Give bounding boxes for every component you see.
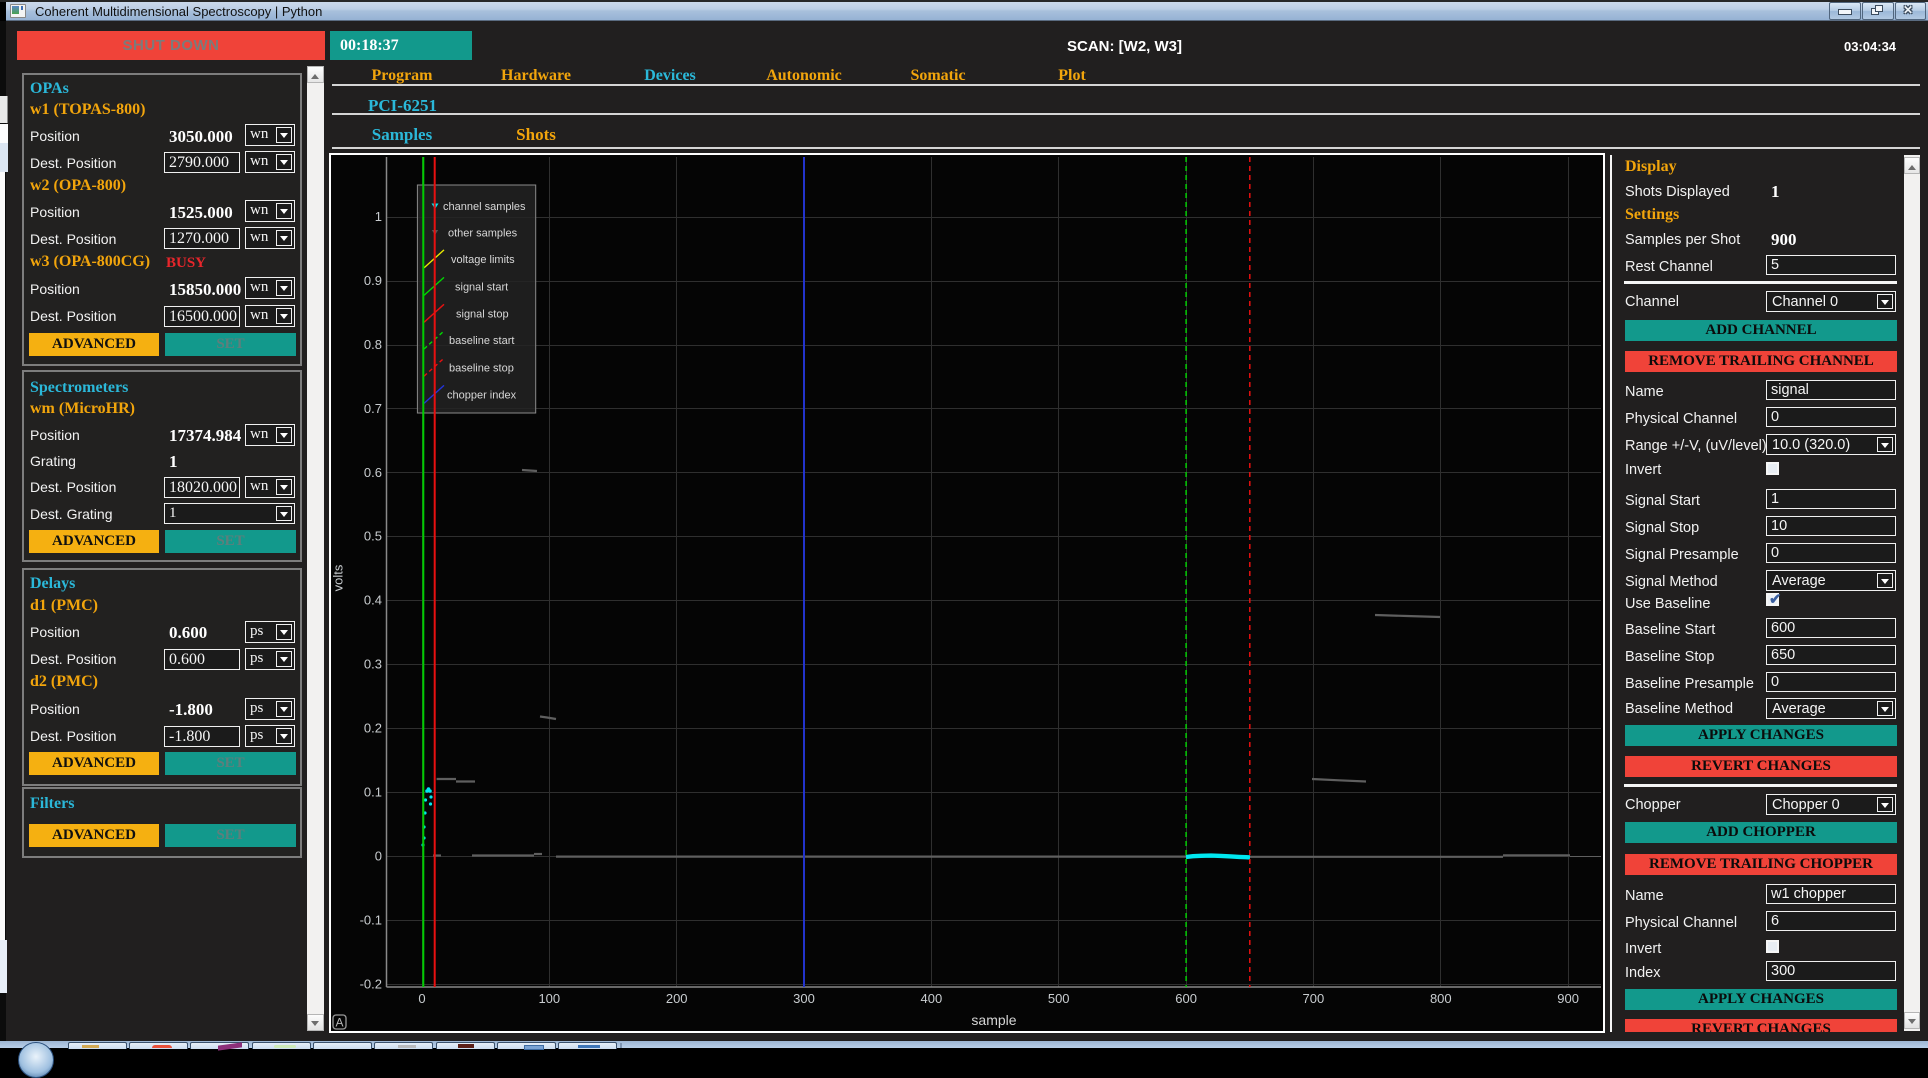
svg-text:0: 0: [375, 849, 382, 864]
svg-text:500: 500: [1048, 991, 1070, 1006]
svg-text:1: 1: [375, 209, 382, 224]
svg-text:0.8: 0.8: [364, 337, 382, 352]
svg-text:channel samples: channel samples: [443, 201, 526, 213]
svg-text:0.7: 0.7: [364, 401, 382, 416]
svg-text:voltage limits: voltage limits: [451, 254, 515, 266]
svg-text:300: 300: [793, 991, 815, 1006]
svg-text:baseline start: baseline start: [449, 335, 514, 347]
svg-text:0.9: 0.9: [364, 273, 382, 288]
svg-text:700: 700: [1303, 991, 1325, 1006]
svg-text:200: 200: [666, 991, 688, 1006]
svg-text:0.6: 0.6: [364, 465, 382, 480]
svg-text:0.2: 0.2: [364, 721, 382, 736]
svg-text:chopper index: chopper index: [447, 390, 517, 402]
svg-text:A: A: [335, 1016, 343, 1030]
svg-text:0: 0: [418, 991, 425, 1006]
svg-text:signal stop: signal stop: [456, 308, 509, 320]
svg-text:0.4: 0.4: [364, 593, 382, 608]
svg-text:-0.2: -0.2: [360, 976, 382, 991]
svg-text:800: 800: [1430, 991, 1452, 1006]
svg-text:0.5: 0.5: [364, 529, 382, 544]
svg-text:0.3: 0.3: [364, 657, 382, 672]
svg-text:0.1: 0.1: [364, 785, 382, 800]
svg-text:other samples: other samples: [448, 227, 518, 239]
svg-text:volts: volts: [331, 564, 346, 591]
svg-text:600: 600: [1175, 991, 1197, 1006]
svg-text:900: 900: [1557, 991, 1579, 1006]
svg-text:400: 400: [921, 991, 943, 1006]
svg-text:sample: sample: [971, 1012, 1016, 1028]
svg-text:signal start: signal start: [455, 282, 508, 294]
svg-text:-0.1: -0.1: [360, 912, 382, 927]
svg-text:100: 100: [538, 991, 560, 1006]
svg-text:baseline stop: baseline stop: [449, 362, 514, 374]
